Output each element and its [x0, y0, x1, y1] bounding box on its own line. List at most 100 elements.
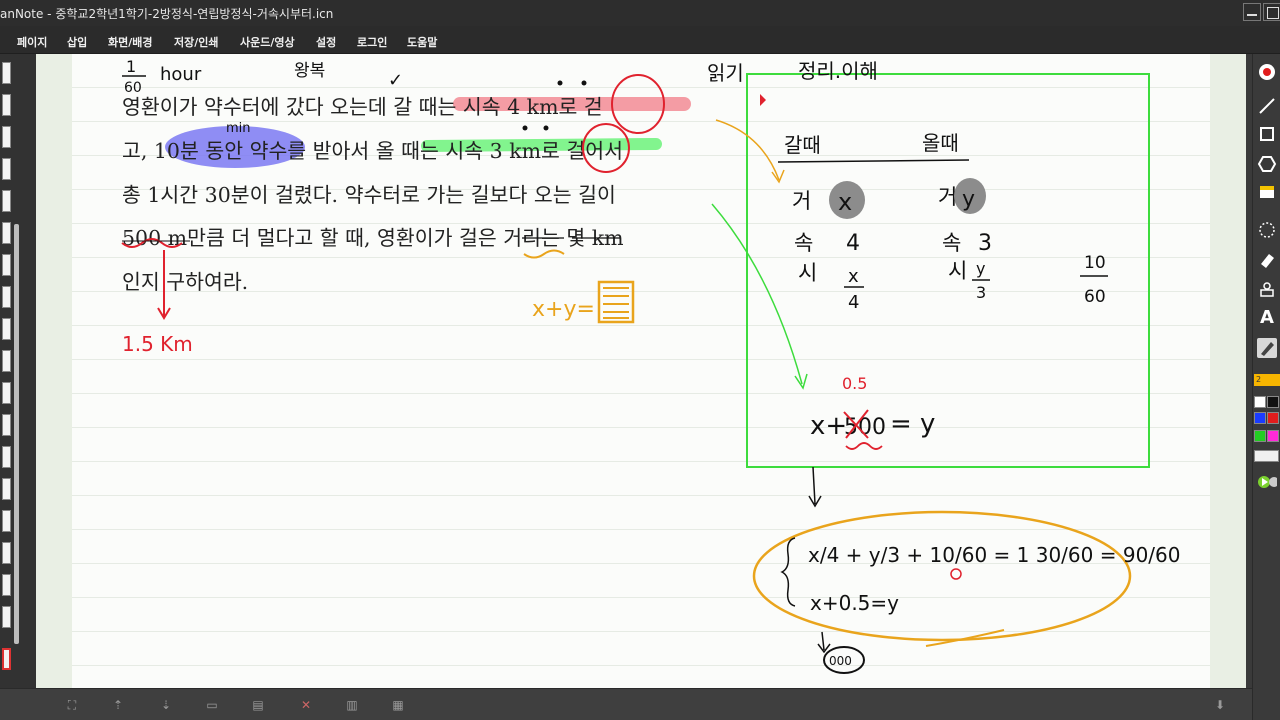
color-swatch-green[interactable] — [1254, 430, 1266, 442]
page-thumbnail[interactable] — [2, 126, 11, 148]
come-time-denominator: 3 — [976, 283, 986, 302]
window-title: anNote - 중학교2학년1학기-2방정식-연립방정식-거속시부터.icn — [0, 7, 334, 21]
lasso-icon[interactable] — [1257, 220, 1277, 240]
palette-label[interactable]: 2 — [1254, 374, 1280, 386]
color-swatch-black[interactable] — [1267, 396, 1279, 408]
sum-note: x+y= — [532, 297, 595, 322]
menu-page[interactable]: 페이지 — [17, 34, 47, 50]
page-thumbnail[interactable] — [2, 318, 11, 340]
equation-1: x/4 + y/3 + 10/60 = 1 30/60 = 90/60 — [808, 543, 1180, 567]
menu-save-print[interactable]: 저장/인쇄 — [174, 34, 219, 50]
minimize-button[interactable] — [1243, 3, 1261, 21]
fraction-denominator: 60 — [124, 80, 142, 96]
record-icon[interactable] — [1257, 62, 1277, 82]
page-thumbnail[interactable] — [2, 414, 11, 436]
come-speed-label: 속 — [942, 231, 961, 255]
maximize-button[interactable] — [1263, 3, 1280, 21]
page-thumbnail[interactable] — [2, 382, 11, 404]
page-thumbnail[interactable] — [2, 222, 11, 244]
sticky-note-icon[interactable] — [1257, 182, 1277, 202]
page-thumbnail[interactable] — [2, 286, 11, 308]
line-icon[interactable] — [1257, 96, 1277, 116]
menu-login[interactable]: 로그인 — [357, 34, 387, 50]
page-strip-scrollbar[interactable] — [14, 224, 19, 644]
color-swatch-white[interactable] — [1254, 396, 1266, 408]
go-distance-label: 거 — [792, 189, 811, 213]
drawing-toolbar: A 2 — [1252, 54, 1280, 720]
come-label: 올때 — [922, 131, 959, 155]
min-note: min — [226, 121, 251, 136]
scroll-down-icon[interactable]: ⬇ — [1210, 697, 1230, 713]
title-bar: anNote - 중학교2학년1학기-2방정식-연립방정식-거속시부터.icn — [0, 0, 1280, 26]
page-thumbnail[interactable] — [2, 606, 11, 628]
eraser-icon[interactable] — [1257, 250, 1277, 270]
menu-help[interactable]: 도움말 — [407, 34, 437, 50]
go-time-numerator: x — [848, 266, 859, 287]
equation-ellipse — [752, 510, 1132, 642]
page-thumbnail[interactable] — [2, 94, 11, 116]
page-thumbnail[interactable] — [2, 350, 11, 372]
handwriting-layer: 1.5 Km 1 60 hour min 왕복 ✓ x+y= 읽기 정리.이해 — [121, 57, 1180, 674]
come-speed-value: 3 — [978, 231, 992, 256]
page-up-icon[interactable]: ⇡ — [108, 697, 128, 713]
copy-page-icon[interactable]: ▭ — [202, 697, 222, 713]
delete-page-icon[interactable]: ✕ — [296, 697, 316, 713]
page-thumbnail[interactable] — [2, 158, 11, 180]
rectangle-icon[interactable] — [1257, 124, 1277, 144]
fit-page-icon[interactable]: ⛶ — [62, 697, 82, 713]
equation-2: x+0.5=y — [810, 591, 899, 615]
relation-left: x+ — [810, 411, 847, 441]
go-label: 갈때 — [784, 133, 821, 157]
bottom-toolbar: ⛶ ⇡ ⇣ ▭ ▤ ✕ ▥ ▦ ⬇ — [0, 688, 1252, 720]
rest-numerator: 10 — [1084, 253, 1106, 273]
go-speed-value: 4 — [846, 231, 860, 256]
nine-page-icon[interactable]: ▦ — [388, 697, 408, 713]
come-time-numerator: y — [976, 259, 985, 278]
hexagon-icon[interactable] — [1257, 154, 1277, 174]
two-page-icon[interactable]: ▥ — [342, 697, 362, 713]
note-canvas[interactable]: 영환이가 약수터에 갔다 오는데 갈 때는 시속 4 km로 걷 고, 10분 … — [36, 54, 1246, 688]
page-down-icon[interactable]: ⇣ — [156, 697, 176, 713]
hour-note: hour — [160, 64, 202, 85]
relation-right: = y — [890, 409, 935, 439]
answer-text: 1.5 Km — [122, 332, 193, 356]
text-icon[interactable]: A — [1257, 308, 1277, 328]
read-label: 읽기 — [707, 61, 744, 85]
stamp-icon[interactable] — [1257, 280, 1277, 300]
go-speed-label: 속 — [794, 231, 813, 255]
color-swatch-blue[interactable] — [1254, 412, 1266, 424]
rest-denominator: 60 — [1084, 287, 1106, 307]
paste-page-icon[interactable]: ▤ — [248, 697, 268, 713]
menu-insert[interactable]: 삽입 — [67, 34, 87, 50]
page-thumbnail[interactable] — [2, 542, 11, 564]
menu-screen-background[interactable]: 화면/배경 — [108, 34, 153, 50]
color-swatch-magenta[interactable] — [1267, 430, 1279, 442]
page-thumbnail[interactable] — [2, 510, 11, 532]
page-thumbnail[interactable] — [2, 574, 11, 596]
circle-mark — [582, 123, 630, 173]
page-thumbnail-strip: 🗑 — [0, 54, 36, 720]
menu-settings[interactable]: 설정 — [316, 34, 336, 50]
page-thumbnail[interactable] — [2, 62, 11, 84]
circle-mark — [611, 74, 665, 134]
page-thumbnail[interactable] — [2, 254, 11, 276]
menu-bar: 페이지 삽입 화면/배경 저장/인쇄 사운드/영상 설정 로그인 도움말 — [0, 26, 1280, 54]
page-thumbnail[interactable] — [2, 478, 11, 500]
color-swatch-red[interactable] — [1267, 412, 1279, 424]
round-trip-note: 왕복 — [294, 61, 325, 81]
go-time-label: 시 — [798, 261, 817, 285]
go-time-denominator: 4 — [848, 292, 859, 313]
page-thumbnail[interactable] — [2, 190, 11, 212]
check-mark: ✓ — [388, 70, 403, 91]
current-page-thumbnail[interactable] — [2, 648, 11, 670]
menu-sound-video[interactable]: 사운드/영상 — [240, 34, 295, 50]
come-time-label: 시 — [948, 259, 967, 283]
app-window: anNote - 중학교2학년1학기-2방정식-연립방정식-거속시부터.icn … — [0, 0, 1280, 720]
play-icon[interactable] — [1257, 472, 1279, 492]
organize-label: 정리.이해 — [798, 59, 878, 83]
pen-icon[interactable] — [1257, 338, 1277, 358]
go-distance-x: x — [838, 188, 852, 216]
custom-color-button[interactable] — [1254, 450, 1279, 462]
note-page[interactable]: 영환이가 약수터에 갔다 오는데 갈 때는 시속 4 km로 걷 고, 10분 … — [72, 54, 1210, 688]
page-thumbnail[interactable] — [2, 446, 11, 468]
